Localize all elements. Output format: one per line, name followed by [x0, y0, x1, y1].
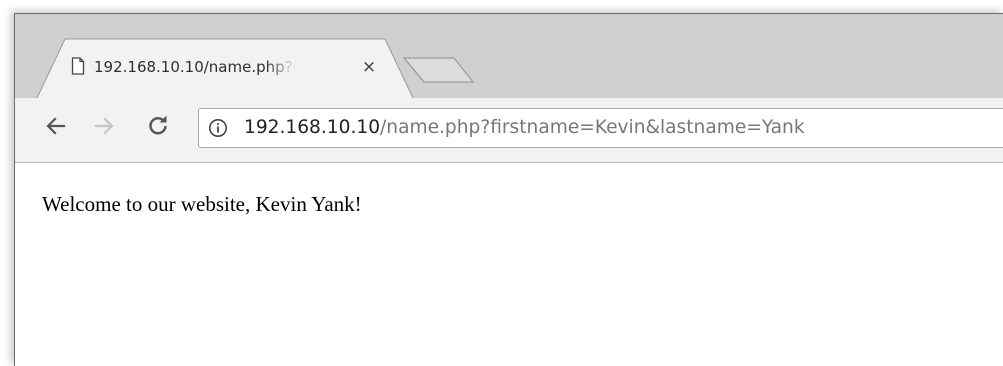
back-button[interactable]: [41, 108, 71, 144]
toolbar: 192.168.10.10/name.php?firstname=Kevin&l…: [15, 98, 1003, 163]
url-text: 192.168.10.10/name.php?firstname=Kevin&l…: [244, 109, 805, 147]
new-tab-button[interactable]: [403, 52, 475, 86]
tab-close-button[interactable]: ×: [359, 56, 379, 78]
info-icon[interactable]: [208, 118, 228, 138]
forward-button: [89, 108, 119, 144]
tab-strip: 192.168.10.10/name.php?firstname=Kevin&l…: [15, 14, 1003, 98]
reload-button[interactable]: [143, 108, 173, 144]
page-content: Welcome to our website, Kevin Yank!: [15, 163, 1003, 366]
tab-title: 192.168.10.10/name.php?firstname=Kevin&l…: [94, 58, 296, 76]
page-icon: [71, 57, 85, 75]
browser-window: 192.168.10.10/name.php?firstname=Kevin&l…: [14, 13, 1003, 366]
welcome-message: Welcome to our website, Kevin Yank!: [42, 192, 362, 216]
url-host: 192.168.10.10: [244, 117, 381, 138]
address-bar[interactable]: 192.168.10.10/name.php?firstname=Kevin&l…: [198, 108, 1003, 148]
arrow-left-icon: [46, 117, 66, 135]
reload-icon: [149, 115, 167, 135]
url-path: /name.php?firstname=Kevin&lastname=Yank: [380, 117, 805, 138]
arrow-right-icon: [94, 117, 114, 135]
